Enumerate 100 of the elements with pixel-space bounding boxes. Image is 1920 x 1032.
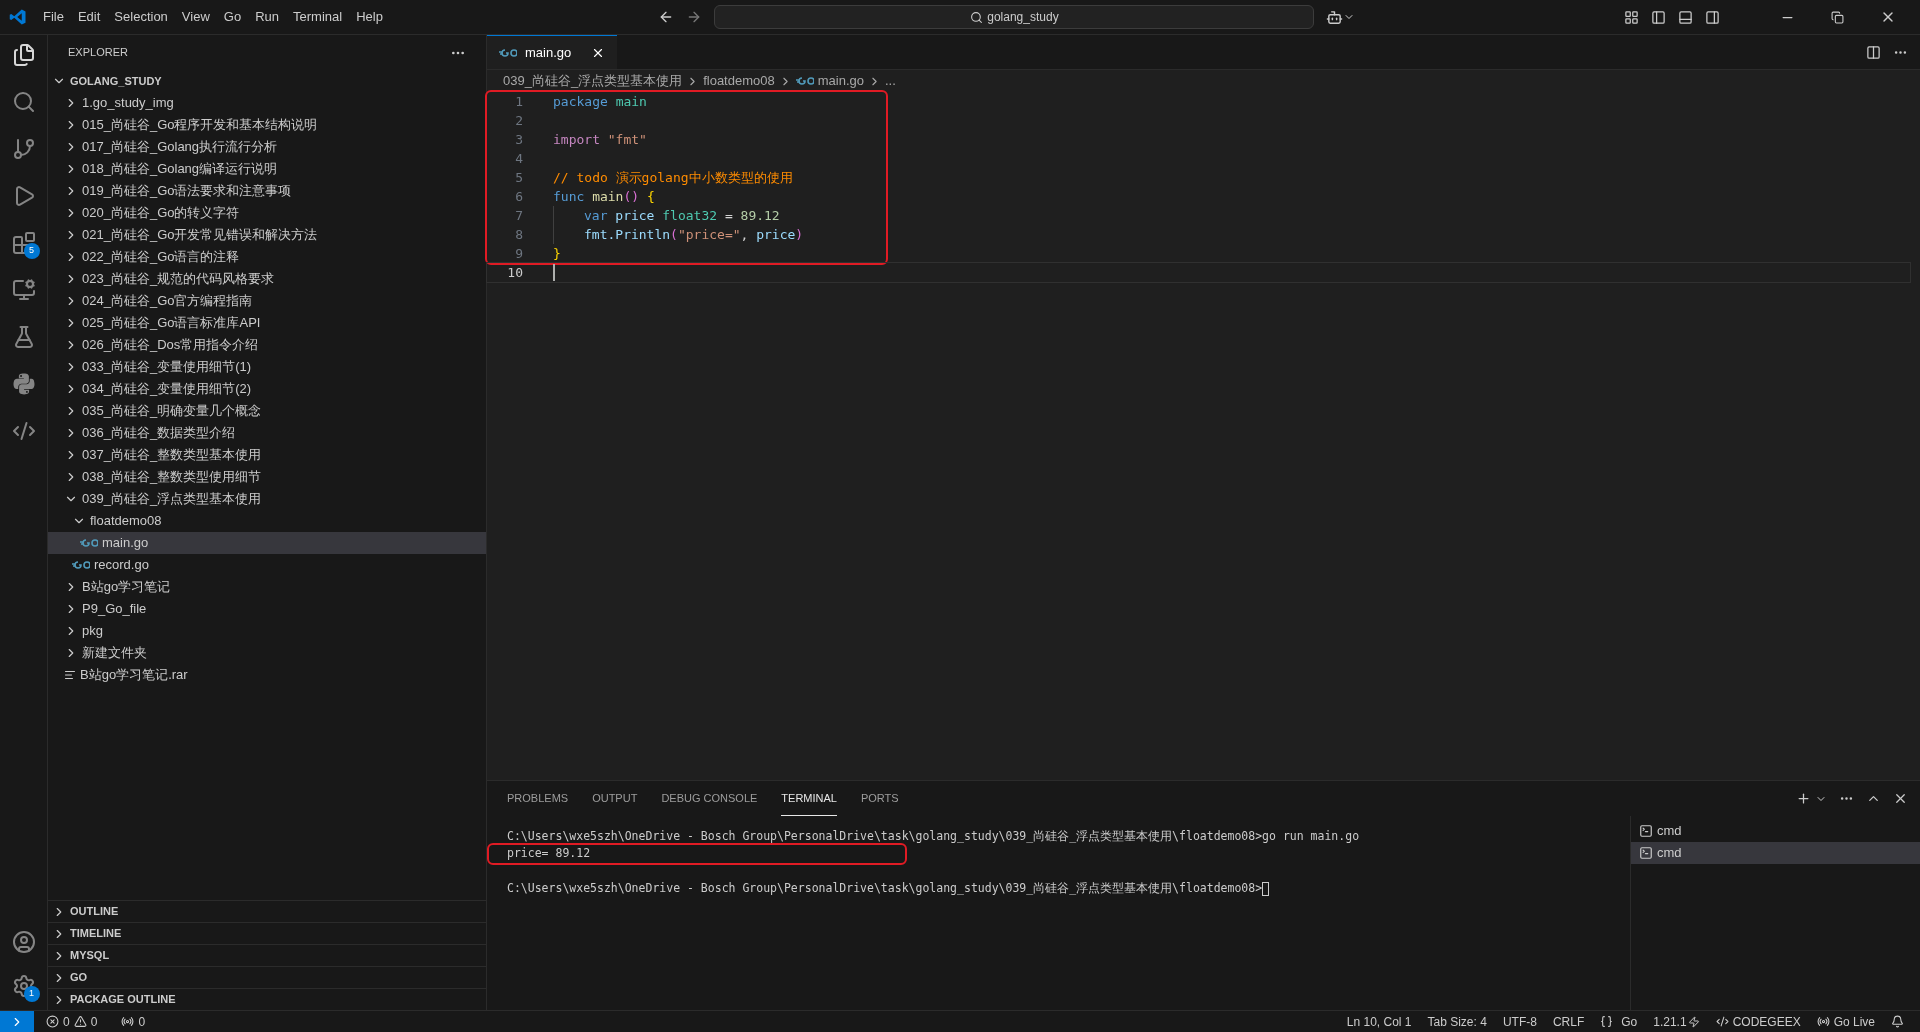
section-header[interactable]: GO (48, 966, 486, 988)
status-item[interactable]: CRLF (1552, 1012, 1585, 1031)
settings-icon[interactable] (11, 974, 36, 998)
notifications-icon[interactable] (1891, 1015, 1904, 1028)
go-file-icon (72, 560, 90, 570)
go-file-icon (499, 47, 517, 58)
folder-header[interactable]: GOLANG_STUDY (48, 70, 486, 92)
tree-item[interactable]: P9_Go_file (48, 598, 486, 620)
sidebar-toggle-icon[interactable] (1651, 9, 1666, 25)
tree-item[interactable]: 019_尚硅谷_Go语法要求和注意事项 (48, 180, 486, 202)
tree-item[interactable]: B站go学习笔记 (48, 576, 486, 598)
tree-item[interactable]: 新建文件夹 (48, 642, 486, 664)
tree-item[interactable]: floatdemo08 (48, 510, 486, 532)
layout-icon[interactable] (1624, 9, 1639, 25)
tree-item[interactable]: 023_尚硅谷_规范的代码风格要求 (48, 268, 486, 290)
notification-badge: 1 (23, 986, 40, 1002)
language-status[interactable]: Go (1600, 1012, 1638, 1031)
tree-item[interactable]: main.go (48, 532, 486, 554)
warning-icon (73, 1015, 87, 1028)
remote-explorer-icon[interactable] (11, 278, 36, 302)
menu-item[interactable]: Selection (107, 7, 175, 27)
close-panel-icon[interactable] (1893, 791, 1908, 806)
sidebar-title: EXPLORER (68, 45, 128, 61)
tree-item[interactable]: 033_尚硅谷_变量使用细节(1) (48, 356, 486, 378)
tree-item[interactable]: 035_尚硅谷_明确变量几个概念 (48, 400, 486, 422)
tree-item[interactable]: 039_尚硅谷_浮点类型基本使用 (48, 488, 486, 510)
tree-item[interactable]: pkg (48, 620, 486, 642)
branch-icon[interactable] (11, 137, 36, 161)
copilot-icon[interactable] (1326, 8, 1344, 26)
python-icon[interactable] (11, 372, 36, 396)
panel-tab[interactable]: DEBUG CONSOLE (661, 781, 758, 816)
panel-tab[interactable]: OUTPUT (592, 781, 638, 816)
text-cursor (553, 264, 555, 281)
code-icon[interactable] (11, 419, 36, 443)
section-header[interactable]: MYSQL (48, 944, 486, 966)
breadcrumb-item[interactable]: ... (884, 71, 896, 91)
code-line: package main (553, 92, 647, 111)
broadcast-icon (1816, 1015, 1830, 1028)
breadcrumb-item[interactable]: 039_尚硅谷_浮点类型基本使用 (503, 71, 683, 91)
tree-item[interactable]: 020_尚硅谷_Go的转义字符 (48, 202, 486, 224)
panel-tab[interactable]: TERMINAL (781, 781, 837, 816)
tree-item[interactable]: 1.go_study_img (48, 92, 486, 114)
go-version-status[interactable]: 1.21.1 (1653, 1012, 1700, 1031)
tree-item[interactable]: 036_尚硅谷_数据类型介绍 (48, 422, 486, 444)
status-item[interactable]: Ln 10, Col 1 (1346, 1012, 1412, 1031)
tree-item[interactable]: 025_尚硅谷_Go语言标准库API (48, 312, 486, 334)
menu-item[interactable]: View (174, 7, 217, 27)
codegeex-status[interactable]: CODEGEEX (1715, 1012, 1801, 1031)
split-editor-icon[interactable] (1866, 44, 1881, 60)
status-item[interactable]: Tab Size: 4 (1427, 1012, 1487, 1031)
search-icon[interactable] (11, 90, 36, 114)
ports-status[interactable]: 0 (121, 1012, 146, 1031)
extensions-icon[interactable] (11, 231, 36, 255)
line-number: 8 (514, 225, 524, 244)
tree-item[interactable]: 021_尚硅谷_Go开发常见错误和解决方法 (48, 224, 486, 246)
tree-item[interactable]: B站go学习笔记.rar (48, 664, 486, 686)
problems-status[interactable]: 0 0 (46, 1012, 98, 1031)
terminal-cursor (1262, 881, 1270, 896)
command-search-field[interactable]: golang_study (714, 5, 1315, 29)
editor-tab[interactable]: main.go (487, 35, 618, 69)
tree-item[interactable]: 034_尚硅谷_变量使用细节(2) (48, 378, 486, 400)
menu-item[interactable]: Go (216, 7, 249, 27)
line-number: 2 (514, 111, 524, 130)
tree-item[interactable]: 024_尚硅谷_Go官方编程指南 (48, 290, 486, 312)
secondary-sidebar-icon[interactable] (1705, 9, 1720, 25)
account-icon[interactable] (11, 930, 36, 954)
breadcrumb-item[interactable]: floatdemo08 (703, 71, 775, 91)
go-file-icon (80, 538, 98, 548)
tree-item[interactable]: 017_尚硅谷_Golang执行流行分析 (48, 136, 486, 158)
tree-item[interactable]: record.go (48, 554, 486, 576)
menu-item[interactable]: Terminal (286, 7, 350, 27)
menu-item[interactable]: Edit (70, 7, 108, 27)
tree-item[interactable]: 026_尚硅谷_Dos常用指令介绍 (48, 334, 486, 356)
tree-item[interactable]: 018_尚硅谷_Golang编译运行说明 (48, 158, 486, 180)
restore-icon[interactable] (1831, 10, 1844, 24)
terminal-icon (1639, 846, 1653, 860)
menu-item[interactable]: Help (349, 7, 390, 27)
section-header[interactable]: TIMELINE (48, 922, 486, 944)
tree-item[interactable]: 022_尚硅谷_Go语言的注释 (48, 246, 486, 268)
files-icon[interactable] (11, 43, 36, 67)
line-number: 5 (514, 168, 524, 187)
go-live-status[interactable]: Go Live (1816, 1012, 1875, 1031)
status-item[interactable]: UTF-8 (1502, 1012, 1537, 1031)
panel-toggle-icon[interactable] (1678, 9, 1693, 25)
breadcrumb-item[interactable]: main.go (817, 71, 864, 91)
terminal-list-item[interactable]: cmd (1631, 820, 1920, 842)
terminal-list-item[interactable]: cmd (1631, 842, 1920, 864)
code-line: } (553, 244, 561, 263)
section-header[interactable]: OUTLINE (48, 900, 486, 922)
panel-tab[interactable]: PROBLEMS (507, 781, 569, 816)
tree-item[interactable]: 015_尚硅谷_Go程序开发和基本结构说明 (48, 114, 486, 136)
search-icon (970, 10, 984, 24)
panel-tab[interactable]: PORTS (860, 781, 899, 816)
new-terminal-icon[interactable] (1796, 791, 1811, 806)
go-file-icon (795, 76, 814, 86)
menu-item[interactable]: File (36, 7, 71, 27)
terminal-icon (1639, 824, 1653, 838)
tree-item[interactable]: 037_尚硅谷_整数类型基本使用 (48, 444, 486, 466)
tree-item[interactable]: 038_尚硅谷_整数类型使用细节 (48, 466, 486, 488)
menu-item[interactable]: Run (248, 7, 286, 27)
